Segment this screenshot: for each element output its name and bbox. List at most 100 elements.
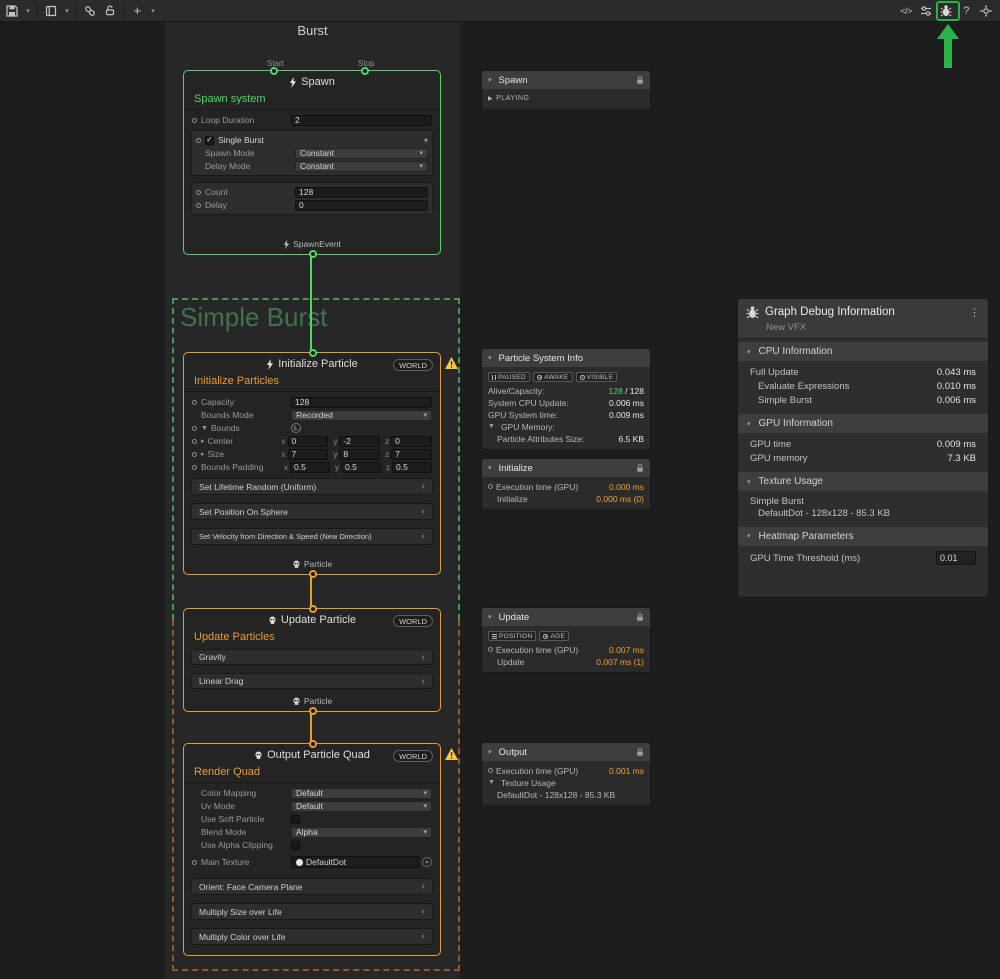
initialize-context-node[interactable]: Initialize Particle WORLD Initialize Par… bbox=[183, 352, 441, 575]
foldout-open-icon[interactable]: ▼ bbox=[488, 423, 495, 430]
collapse-icon[interactable]: ‹ bbox=[422, 652, 425, 663]
output-context-node[interactable]: Output Particle Quad WORLD Render Quad C… bbox=[183, 743, 441, 956]
center-port[interactable] bbox=[192, 439, 197, 444]
delay-input[interactable]: 0 bbox=[295, 200, 428, 211]
heatmap-parameters-section[interactable]: ▾ Heatmap Parameters bbox=[738, 527, 988, 546]
system-info-panel-header[interactable]: ▾ Particle System Info bbox=[482, 349, 650, 367]
code-view-button[interactable]: </> bbox=[896, 2, 916, 20]
lock-icon[interactable] bbox=[636, 464, 644, 473]
center-x-input[interactable]: 0 bbox=[288, 436, 329, 447]
bounds-mode-dropdown[interactable]: Recorded▾ bbox=[291, 410, 432, 421]
main-texture-port[interactable] bbox=[192, 860, 197, 865]
update-output-port[interactable] bbox=[309, 707, 317, 715]
position-badge[interactable]: POSITION bbox=[488, 631, 536, 641]
count-port[interactable] bbox=[196, 190, 201, 195]
gpu-time-threshold-input[interactable]: 0.01 bbox=[936, 551, 976, 565]
update-input-port[interactable] bbox=[309, 605, 317, 613]
paused-badge[interactable]: PAUSED bbox=[488, 372, 530, 382]
delay-mode-dropdown[interactable]: Constant▾ bbox=[295, 161, 428, 172]
color-mapping-dropdown[interactable]: Default▾ bbox=[291, 788, 432, 799]
collapse-icon[interactable]: ‹ bbox=[422, 906, 425, 917]
spawn-node-title[interactable]: Spawn bbox=[184, 71, 440, 90]
block-multiply-size[interactable]: Multiply Size over Life ‹ bbox=[191, 903, 433, 920]
age-badge[interactable]: AGE bbox=[539, 631, 569, 641]
spawn-start-port[interactable] bbox=[270, 67, 278, 75]
bounds-padding-port[interactable] bbox=[192, 465, 197, 470]
block-set-lifetime[interactable]: Set Lifetime Random (Uniform) ‹ bbox=[191, 478, 433, 495]
count-input[interactable]: 128 bbox=[295, 187, 428, 198]
collapse-icon[interactable]: ‹ bbox=[422, 931, 425, 942]
foldout-open-icon[interactable]: ▼ bbox=[201, 425, 208, 432]
add-button[interactable]: + bbox=[127, 2, 147, 20]
save-dropdown-button[interactable]: ▾ bbox=[22, 2, 34, 20]
block-set-velocity[interactable]: Set Velocity from Direction & Speed (New… bbox=[191, 528, 433, 545]
object-picker-icon[interactable] bbox=[422, 857, 432, 867]
cpu-information-section[interactable]: ▾ CPU Information bbox=[738, 342, 988, 361]
main-texture-field[interactable]: DefaultDot bbox=[291, 856, 419, 868]
padding-x-input[interactable]: 0.5 bbox=[290, 462, 330, 473]
size-port[interactable] bbox=[192, 452, 197, 457]
lock-icon[interactable] bbox=[636, 76, 644, 85]
control-panel-button[interactable] bbox=[916, 2, 936, 20]
block-multiply-color[interactable]: Multiply Color over Life ‹ bbox=[191, 928, 433, 945]
bounds-port[interactable] bbox=[192, 426, 197, 431]
block-linear-drag[interactable]: Linear Drag ‹ bbox=[191, 673, 433, 689]
blend-mode-dropdown[interactable]: Alpha▾ bbox=[291, 827, 432, 838]
spawn-context-node[interactable]: Start Stop Spawn Spawn system Loop Durat… bbox=[183, 70, 441, 255]
padding-y-input[interactable]: 0.5 bbox=[341, 462, 381, 473]
padding-z-input[interactable]: 0.5 bbox=[392, 462, 432, 473]
visible-badge[interactable]: VISIBLE bbox=[576, 372, 618, 382]
block-orient[interactable]: Orient: Face Camera Plane ‹ bbox=[191, 878, 433, 895]
capacity-port[interactable] bbox=[192, 400, 197, 405]
compile-button[interactable] bbox=[41, 2, 61, 20]
system-title[interactable]: Burst bbox=[165, 23, 460, 38]
lock-icon[interactable] bbox=[636, 748, 644, 757]
update-context-node[interactable]: Update Particle WORLD Update Particles G… bbox=[183, 608, 441, 712]
output-input-port[interactable] bbox=[309, 740, 317, 748]
output-panel-header[interactable]: ▾ Output bbox=[482, 743, 650, 761]
spawn-stop-port[interactable] bbox=[361, 67, 369, 75]
system-group-label[interactable]: Simple Burst bbox=[180, 302, 327, 333]
foldout-open-icon[interactable]: ▼ bbox=[488, 779, 495, 786]
graph-debug-header[interactable]: Graph Debug Information ⋮ New VFX bbox=[738, 299, 988, 339]
block-collapse-icon[interactable]: ▾ bbox=[424, 136, 428, 145]
uv-mode-dropdown[interactable]: Default▾ bbox=[291, 801, 432, 812]
spawn-mode-dropdown[interactable]: Constant▾ bbox=[295, 148, 428, 159]
block-set-position[interactable]: Set Position On Sphere ‹ bbox=[191, 503, 433, 520]
center-y-input[interactable]: -2 bbox=[339, 436, 380, 447]
lock-toggle-button[interactable] bbox=[100, 2, 120, 20]
size-x-input[interactable]: 7 bbox=[288, 449, 329, 460]
loop-duration-port[interactable] bbox=[192, 118, 197, 123]
panel-menu-button[interactable]: ⋮ bbox=[969, 306, 980, 319]
single-burst-block[interactable]: ✓ Single Burst ▾ Spawn Mode Constant▾ De… bbox=[191, 130, 433, 176]
update-panel-header[interactable]: ▾ Update bbox=[482, 608, 650, 626]
compile-dropdown-button[interactable]: ▾ bbox=[61, 2, 73, 20]
capacity-input[interactable]: 128 bbox=[291, 397, 432, 408]
collapse-icon[interactable]: ‹ bbox=[422, 531, 425, 542]
spawn-output-port[interactable] bbox=[309, 250, 317, 258]
size-z-input[interactable]: 7 bbox=[391, 449, 432, 460]
texture-usage-section[interactable]: ▾ Texture Usage bbox=[738, 472, 988, 491]
settings-button[interactable] bbox=[976, 2, 996, 20]
world-space-badge[interactable]: WORLD bbox=[393, 359, 433, 371]
warning-icon[interactable] bbox=[445, 357, 458, 372]
collapse-icon[interactable]: ‹ bbox=[422, 676, 425, 687]
initialize-panel-header[interactable]: ▾ Initialize bbox=[482, 459, 650, 477]
count-delay-block[interactable]: Count 128 Delay 0 bbox=[191, 182, 433, 215]
foldout-closed-icon[interactable]: ▸ bbox=[201, 450, 205, 458]
single-burst-checkbox[interactable]: ✓ bbox=[205, 136, 214, 145]
delay-port[interactable] bbox=[196, 203, 201, 208]
initialize-input-port[interactable] bbox=[309, 349, 317, 357]
space-toggle[interactable]: L bbox=[291, 423, 301, 433]
collapse-icon[interactable]: ‹ bbox=[422, 506, 425, 517]
collapse-icon[interactable]: ‹ bbox=[422, 881, 425, 892]
add-dropdown-button[interactable]: ▾ bbox=[147, 2, 159, 20]
center-z-input[interactable]: 0 bbox=[391, 436, 432, 447]
world-space-badge[interactable]: WORLD bbox=[393, 750, 433, 762]
use-alpha-clipping-checkbox[interactable] bbox=[291, 841, 300, 850]
attach-button[interactable] bbox=[80, 2, 100, 20]
lock-icon[interactable] bbox=[636, 613, 644, 622]
world-space-badge[interactable]: WORLD bbox=[393, 615, 433, 627]
save-button[interactable] bbox=[2, 2, 22, 20]
foldout-closed-icon[interactable]: ▸ bbox=[201, 437, 205, 445]
